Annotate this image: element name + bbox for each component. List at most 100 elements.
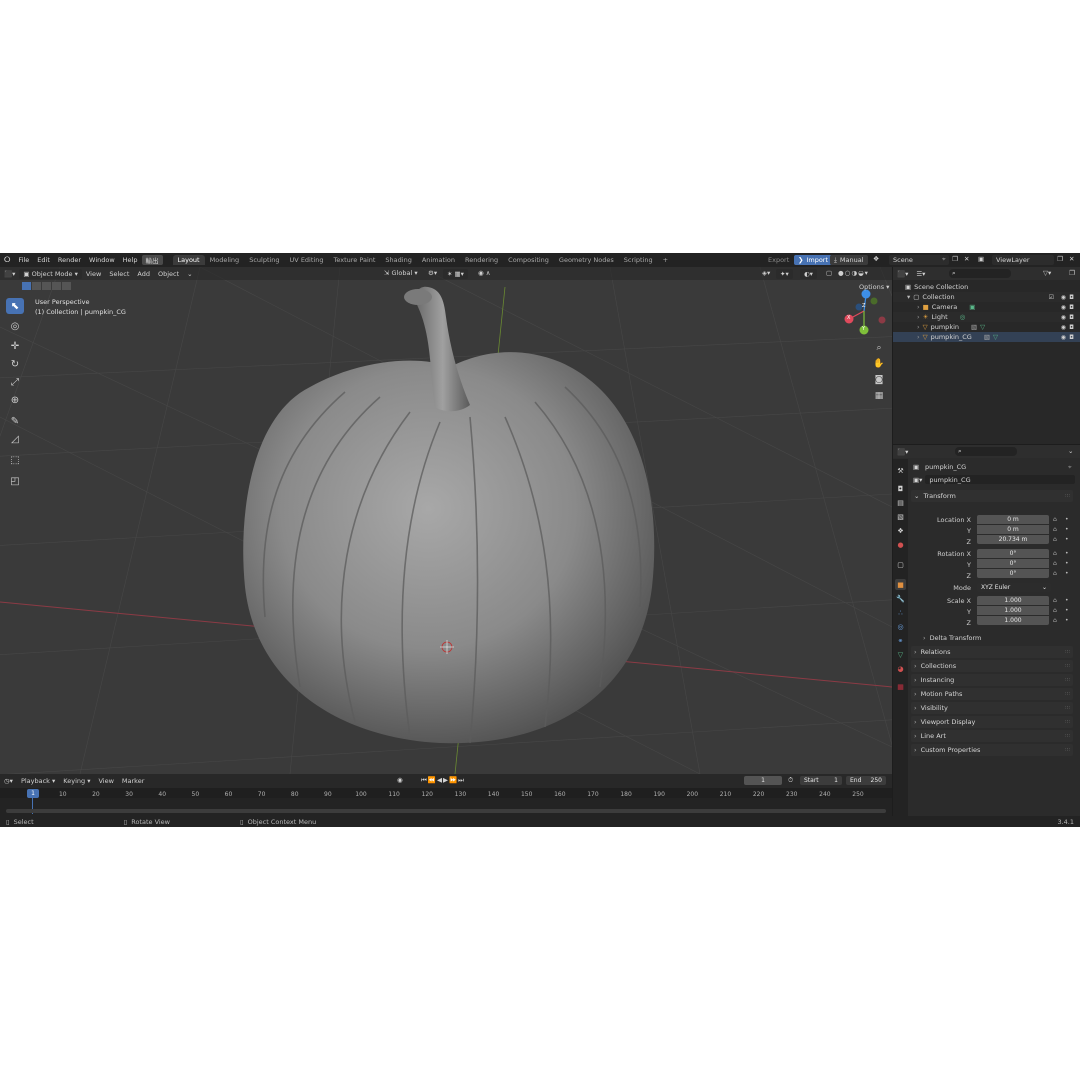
pan-hand-icon[interactable]: ✋: [872, 357, 886, 371]
collections-panel-header[interactable]: › Collections ∷∷: [911, 660, 1073, 672]
gizmo-x-label[interactable]: X: [847, 315, 850, 321]
rotation-mode-dropdown[interactable]: XYZ Euler ⌄: [977, 583, 1051, 592]
tab-compositing[interactable]: Compositing: [503, 255, 554, 265]
outliner-row-camera[interactable]: › ■ Camera ▣ ◉ ◘: [893, 302, 1080, 312]
stopwatch-icon[interactable]: ⏱: [788, 776, 793, 785]
delta-transform-subpanel[interactable]: › Delta Transform: [923, 634, 981, 642]
select-invert-icon[interactable]: [52, 282, 61, 290]
tab-animation[interactable]: Animation: [417, 255, 460, 265]
lock-icon[interactable]: ⌂: [1053, 516, 1057, 523]
tab-modeling[interactable]: Modeling: [205, 255, 245, 265]
lock-icon[interactable]: ⌂: [1053, 550, 1057, 557]
lock-icon[interactable]: ⌂: [1053, 570, 1057, 577]
menu-marker[interactable]: Marker: [118, 777, 148, 785]
keyframe-dot-icon[interactable]: •: [1065, 597, 1069, 604]
overlay-toggle-icon[interactable]: ◐▾: [800, 269, 817, 279]
location-z-field[interactable]: 20.734 m: [977, 535, 1049, 544]
zoom-icon[interactable]: ⌕: [872, 341, 886, 355]
eye-icon[interactable]: ◉: [1061, 324, 1066, 331]
outliner-row-pumpkin[interactable]: › ▽ pumpkin ▧ ▽ ◉ ◘: [893, 322, 1080, 332]
outliner-row-scene-collection[interactable]: ▣ Scene Collection: [893, 282, 1080, 292]
keyframe-dot-icon[interactable]: •: [1065, 550, 1069, 557]
scene-selector[interactable]: Scene: [889, 255, 949, 265]
expand-arrow-icon[interactable]: ›: [917, 333, 920, 341]
transform-tool-icon[interactable]: ⊕: [6, 392, 24, 408]
camera-render-icon[interactable]: ◘: [1069, 294, 1074, 301]
camera-render-icon[interactable]: ◘: [1069, 334, 1074, 341]
scale-x-field[interactable]: 1.000: [977, 596, 1049, 605]
measure-tool-icon[interactable]: ◿: [6, 431, 24, 447]
viewport-display-panel-header[interactable]: › Viewport Display ∷∷: [911, 716, 1073, 728]
gizmo-toggle-icon[interactable]: ✦▾: [776, 269, 793, 279]
outliner-row-pumpkin-cg[interactable]: › ▽ pumpkin_CG ▧ ▽ ◉ ◘: [893, 332, 1080, 342]
properties-editor-icon[interactable]: ⬛▾: [893, 448, 912, 456]
drag-handle-icon[interactable]: ∷∷: [1065, 719, 1070, 725]
menu-object[interactable]: Object: [154, 270, 183, 278]
data-tab-icon[interactable]: ▽: [895, 649, 906, 660]
menu-file[interactable]: File: [14, 256, 33, 264]
end-frame-field[interactable]: End 250: [846, 776, 886, 785]
rotation-x-field[interactable]: 0°: [977, 549, 1049, 558]
menu-timeline-view[interactable]: View: [94, 777, 117, 785]
select-new-icon[interactable]: [22, 282, 31, 290]
drag-handle-icon[interactable]: ∷∷: [1065, 649, 1070, 655]
shading-mode-icons[interactable]: ●○◑◒▾: [834, 269, 873, 277]
drag-handle-icon[interactable]: ∷∷: [1065, 493, 1070, 499]
drag-handle-icon[interactable]: ∷∷: [1065, 663, 1070, 669]
jump-start-icon[interactable]: ⏮: [421, 776, 428, 784]
menu-add[interactable]: Add: [133, 270, 154, 278]
next-keyframe-icon[interactable]: ⏩: [449, 776, 458, 784]
object-tab-icon[interactable]: ■: [895, 579, 906, 590]
menu-output[interactable]: 輸出: [141, 255, 163, 265]
custom-properties-panel-header[interactable]: › Custom Properties ∷∷: [911, 744, 1073, 756]
options-dropdown[interactable]: Options ▾: [855, 283, 892, 291]
menu-edit[interactable]: Edit: [33, 256, 54, 264]
eye-icon[interactable]: ◉: [1061, 314, 1066, 321]
keyframe-dot-icon[interactable]: •: [1065, 570, 1069, 577]
drag-handle-icon[interactable]: ∷∷: [1065, 747, 1070, 753]
location-y-field[interactable]: 0 m: [977, 525, 1049, 534]
editor-type-icon[interactable]: ⬛▾: [0, 270, 19, 278]
render-tab-icon[interactable]: ◘: [895, 483, 906, 494]
tab-scripting[interactable]: Scripting: [619, 255, 658, 265]
tab-rendering[interactable]: Rendering: [460, 255, 503, 265]
output-tab-icon[interactable]: ▤: [895, 497, 906, 508]
menu-playback[interactable]: Playback ▾: [17, 777, 59, 785]
delete-scene-icon[interactable]: ✕: [964, 255, 969, 263]
transform-panel-header[interactable]: ⌄ Transform ∷∷: [911, 490, 1073, 502]
drag-handle-icon[interactable]: ∷∷: [1065, 733, 1070, 739]
tab-texture-paint[interactable]: Texture Paint: [328, 255, 380, 265]
menu-keying[interactable]: Keying ▾: [59, 777, 94, 785]
pin-icon[interactable]: ⌖: [942, 255, 946, 264]
delete-view-layer-icon[interactable]: ✕: [1069, 255, 1074, 263]
checkbox-icon[interactable]: ☑: [1049, 294, 1054, 301]
camera-render-icon[interactable]: ◘: [1069, 324, 1074, 331]
tab-uv-editing[interactable]: UV Editing: [285, 255, 329, 265]
menu-render[interactable]: Render: [54, 256, 85, 264]
jump-end-icon[interactable]: ⏭: [458, 776, 465, 784]
export-button[interactable]: Export: [764, 255, 793, 265]
start-frame-field[interactable]: Start 1: [800, 776, 842, 785]
cursor-tool-icon[interactable]: ◎: [6, 318, 24, 334]
manual-button[interactable]: ⤓ Manual: [830, 255, 868, 265]
object-datablock-row[interactable]: ▣▾ pumpkin_CG: [913, 474, 1075, 485]
instancing-panel-header[interactable]: › Instancing ∷∷: [911, 674, 1073, 686]
extra-tool-icon[interactable]: ◰: [6, 473, 24, 489]
scale-tool-icon[interactable]: ⤢: [6, 374, 24, 390]
scene-icon[interactable]: ❖: [873, 255, 879, 263]
new-scene-icon[interactable]: ❐: [952, 255, 958, 263]
visibility-icon[interactable]: ◈▾: [758, 269, 774, 277]
outliner-editor-icon[interactable]: ⬛▾: [893, 270, 912, 278]
pin-icon[interactable]: ⌖: [1068, 463, 1072, 472]
expand-arrow-icon[interactable]: ▾: [907, 293, 910, 301]
blender-logo-icon[interactable]: ⭘: [0, 255, 14, 265]
selection-mode-icons[interactable]: [22, 282, 71, 290]
menu-window[interactable]: Window: [85, 256, 119, 264]
menu-view[interactable]: View: [82, 270, 105, 278]
line-art-panel-header[interactable]: › Line Art ∷∷: [911, 730, 1073, 742]
modifier-tab-icon[interactable]: 🔧: [895, 593, 906, 604]
snap-icon[interactable]: ✶ ▦▾: [443, 269, 468, 279]
timeline-scrollbar[interactable]: [6, 809, 886, 813]
camera-render-icon[interactable]: ◘: [1069, 314, 1074, 321]
record-icon[interactable]: ◉: [397, 776, 403, 784]
